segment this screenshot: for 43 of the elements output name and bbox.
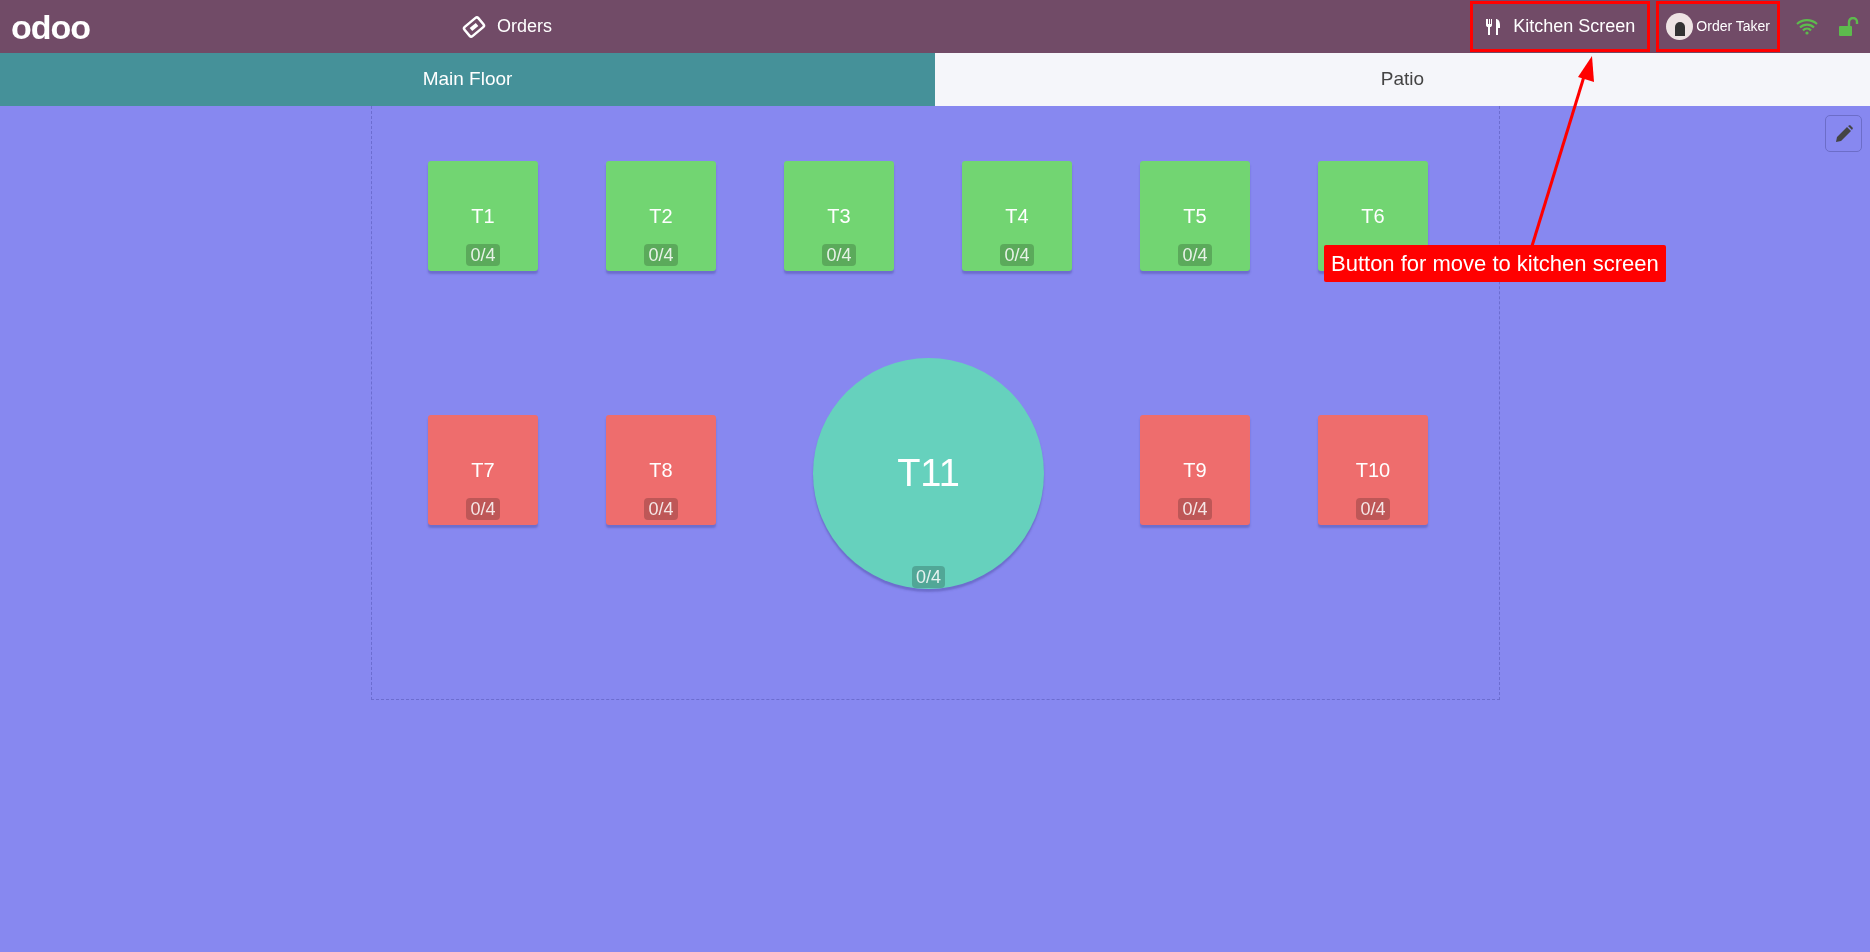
table-name: T6 [1361, 204, 1385, 229]
annotation-tooltip: Button for move to kitchen screen [1324, 245, 1666, 282]
seat-count: 0/4 [1000, 244, 1034, 266]
seat-count: 0/4 [1178, 244, 1212, 266]
table-name: T2 [649, 204, 673, 229]
square-table[interactable]: T4 0/4 [962, 161, 1072, 271]
square-table[interactable]: T3 0/4 [784, 161, 894, 271]
table-name: T7 [471, 458, 495, 483]
table-name: T8 [649, 458, 673, 483]
seat-count: 0/4 [644, 498, 678, 520]
seat-count: 0/4 [466, 244, 500, 266]
seat-count: 0/4 [466, 498, 500, 520]
kitchen-screen-button[interactable]: Kitchen Screen [1470, 1, 1651, 52]
square-table[interactable]: T9 0/4 [1140, 415, 1250, 525]
square-table[interactable]: T2 0/4 [606, 161, 716, 271]
table-name: T9 [1183, 458, 1207, 483]
logo[interactable]: odoo [11, 9, 91, 44]
seat-count: 0/4 [1356, 498, 1390, 520]
floor-tab[interactable]: Main Floor [0, 53, 935, 106]
table-name: T4 [1005, 204, 1029, 229]
avatar [1666, 13, 1694, 40]
square-table[interactable]: T7 0/4 [428, 415, 538, 525]
square-table[interactable]: T5 0/4 [1140, 161, 1250, 271]
table-name: T10 [1355, 458, 1391, 483]
table-name: T5 [1183, 204, 1207, 229]
pencil-icon [1833, 123, 1854, 144]
floor-tab[interactable]: Patio [935, 53, 1870, 106]
table-name: T11 [897, 451, 960, 496]
unlocked-lock-icon[interactable] [1838, 16, 1860, 37]
seat-count: 0/4 [822, 244, 856, 266]
seat-count: 0/4 [644, 244, 678, 266]
seat-count: 0/4 [1178, 498, 1212, 520]
square-table[interactable]: T10 0/4 [1318, 415, 1428, 525]
orders-button[interactable]: Orders [455, 6, 561, 47]
fork-knife-icon [1485, 17, 1502, 36]
round-table[interactable]: T11 0/4 [813, 358, 1044, 589]
edit-button[interactable] [1825, 115, 1862, 152]
seat-count: 0/4 [912, 566, 945, 588]
square-table[interactable]: T8 0/4 [606, 415, 716, 525]
square-table[interactable]: T1 0/4 [428, 161, 538, 271]
table-name: T3 [827, 204, 851, 229]
wifi-icon[interactable] [1796, 18, 1818, 35]
table-name: T1 [471, 204, 495, 229]
